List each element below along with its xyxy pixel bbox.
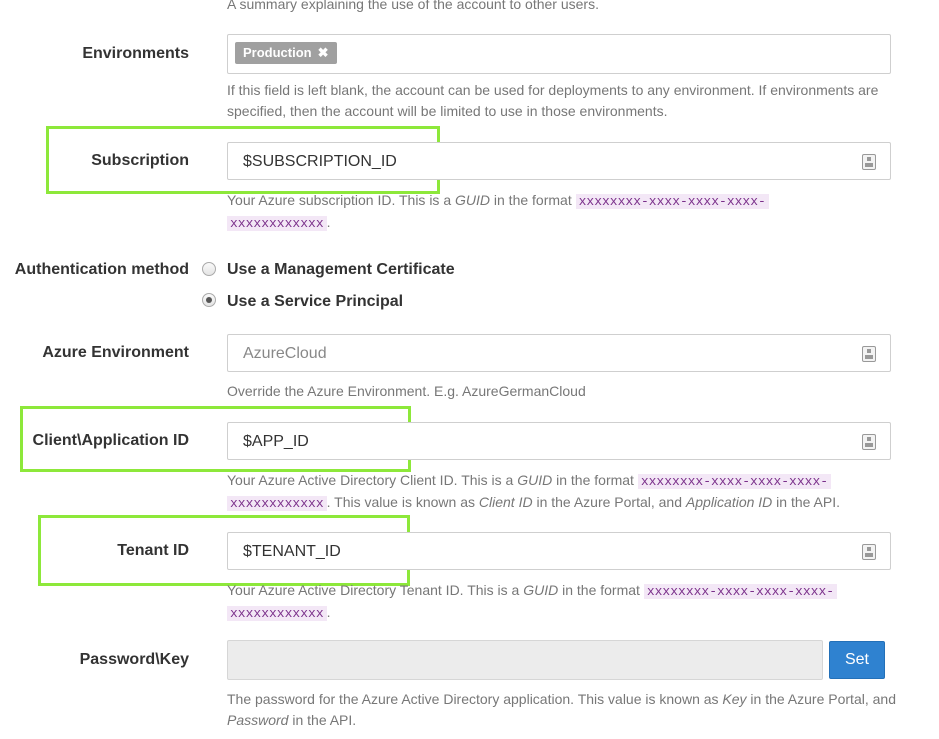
client-id-help: Your Azure Active Directory Client ID. T… (227, 472, 841, 511)
password-key-label: Password\Key (79, 651, 189, 668)
environment-tag: Production ✖ (235, 42, 337, 64)
password-key-help: The password for the Azure Active Direct… (227, 691, 896, 728)
azure-environment-input[interactable]: AzureCloud (227, 334, 891, 372)
account-description-help: A summary explaining the use of the acco… (227, 0, 599, 12)
auth-method-label: Authentication method (14, 261, 189, 278)
tenant-id-value: $TENANT_ID (243, 543, 341, 560)
radio-management-certificate[interactable] (202, 262, 216, 276)
keyboard-icon[interactable] (862, 434, 876, 450)
tag-remove-icon[interactable]: ✖ (318, 45, 329, 60)
radio-service-principal[interactable] (202, 293, 216, 307)
azure-environment-label: Azure Environment (42, 344, 189, 361)
set-password-button[interactable]: Set (829, 641, 885, 679)
tenant-id-label: Tenant ID (117, 542, 189, 559)
keyboard-icon[interactable] (862, 154, 876, 170)
radio-service-principal-label[interactable]: Use a Service Principal (227, 292, 403, 312)
subscription-label: Subscription (91, 152, 189, 169)
keyboard-icon[interactable] (862, 346, 876, 362)
keyboard-icon[interactable] (862, 544, 876, 560)
environment-tag-label: Production (243, 45, 312, 60)
password-key-input (227, 640, 823, 680)
azure-environment-placeholder: AzureCloud (243, 345, 327, 362)
client-id-label: Client\Application ID (32, 432, 189, 449)
subscription-help: Your Azure subscription ID. This is a GU… (227, 190, 897, 234)
tenant-id-input[interactable]: $TENANT_ID (227, 532, 891, 570)
subscription-value: $SUBSCRIPTION_ID (243, 153, 397, 170)
radio-management-certificate-label[interactable]: Use a Management Certificate (227, 260, 455, 280)
azure-environment-help: Override the Azure Environment. E.g. Azu… (227, 383, 586, 399)
environments-help: If this field is left blank, the account… (227, 82, 879, 119)
subscription-input[interactable]: $SUBSCRIPTION_ID (227, 142, 891, 180)
tenant-id-help: Your Azure Active Directory Tenant ID. T… (227, 580, 897, 624)
environments-label: Environments (82, 45, 189, 62)
client-id-input[interactable]: $APP_ID (227, 422, 891, 460)
client-id-value: $APP_ID (243, 433, 309, 450)
